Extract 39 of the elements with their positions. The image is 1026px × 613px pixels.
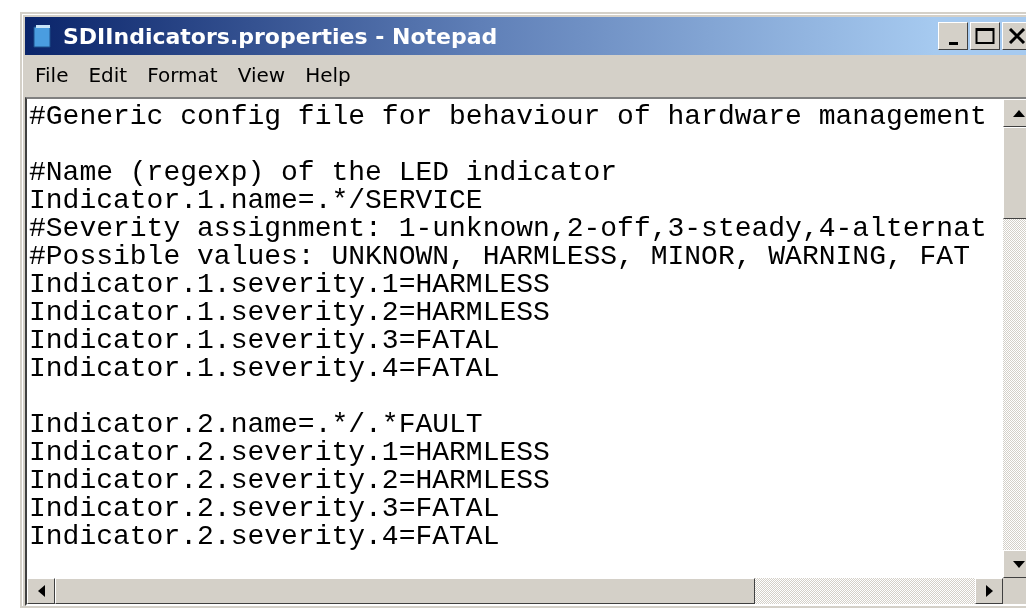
text-line: #Severity assignment: 1-unknown,2-off,3-steady,4-alternat	[29, 215, 988, 243]
horizontal-scrollbar[interactable]	[27, 578, 1003, 604]
scroll-thumb[interactable]	[55, 578, 755, 604]
text-line: Indicator.1.severity.4=FATAL	[29, 355, 501, 383]
text-line: Indicator.1.severity.3=FATAL	[29, 327, 500, 355]
menu-item[interactable]: Help	[297, 61, 359, 89]
menu-item[interactable]: Edit	[80, 61, 136, 89]
minimize-icon	[948, 41, 958, 45]
text-line: Indicator.1.severity.1=HARMLESS	[29, 271, 551, 299]
left-arrow-icon	[37, 585, 45, 597]
right-arrow-icon	[985, 585, 993, 597]
text-line: Indicator.2.severity.4=FATAL	[29, 523, 501, 551]
text-line: #Possible values: UNKNOWN, HARMLESS, MINOR, WARNING, FAT	[29, 243, 970, 271]
text-line: Indicator.1.severity.2=HARMLESS	[29, 299, 551, 327]
menu-item[interactable]: File	[27, 61, 77, 89]
text-line: Indicator.1.name=.*/SERVICE	[29, 187, 484, 215]
scroll-down-button[interactable]	[1003, 550, 1026, 578]
scroll-thumb[interactable]	[1003, 127, 1026, 219]
minimize-button[interactable]	[938, 22, 968, 50]
maximize-button[interactable]	[970, 22, 1000, 50]
text-line: Indicator.2.severity.2=HARMLESS	[29, 467, 551, 495]
up-arrow-icon	[1012, 109, 1025, 117]
scroll-up-button[interactable]	[1003, 99, 1026, 127]
menu-item[interactable]: Format	[139, 61, 226, 89]
maximize-icon	[975, 27, 995, 45]
vertical-scrollbar[interactable]	[1003, 99, 1026, 578]
scroll-left-button[interactable]	[27, 578, 55, 604]
text-line: Indicator.2.severity.3=FATAL	[29, 495, 500, 523]
scroll-right-button[interactable]	[975, 578, 1003, 604]
down-arrow-icon	[1012, 560, 1025, 568]
close-icon	[1008, 28, 1026, 44]
resize-grip[interactable]	[1003, 578, 1026, 604]
text-line: #Name (regexp) of the LED indicator	[29, 159, 619, 187]
window-title: SDIIndicators.properties - Notepad	[63, 23, 499, 49]
text-line: #Generic config file for behaviour of hardware management	[29, 103, 988, 131]
text-line: Indicator.2.severity.1=HARMLESS	[29, 439, 551, 467]
close-button[interactable]	[1002, 22, 1026, 50]
text-line: Indicator.2.name=.*/.*FAULT	[29, 411, 484, 439]
menu-item[interactable]: View	[229, 61, 294, 89]
